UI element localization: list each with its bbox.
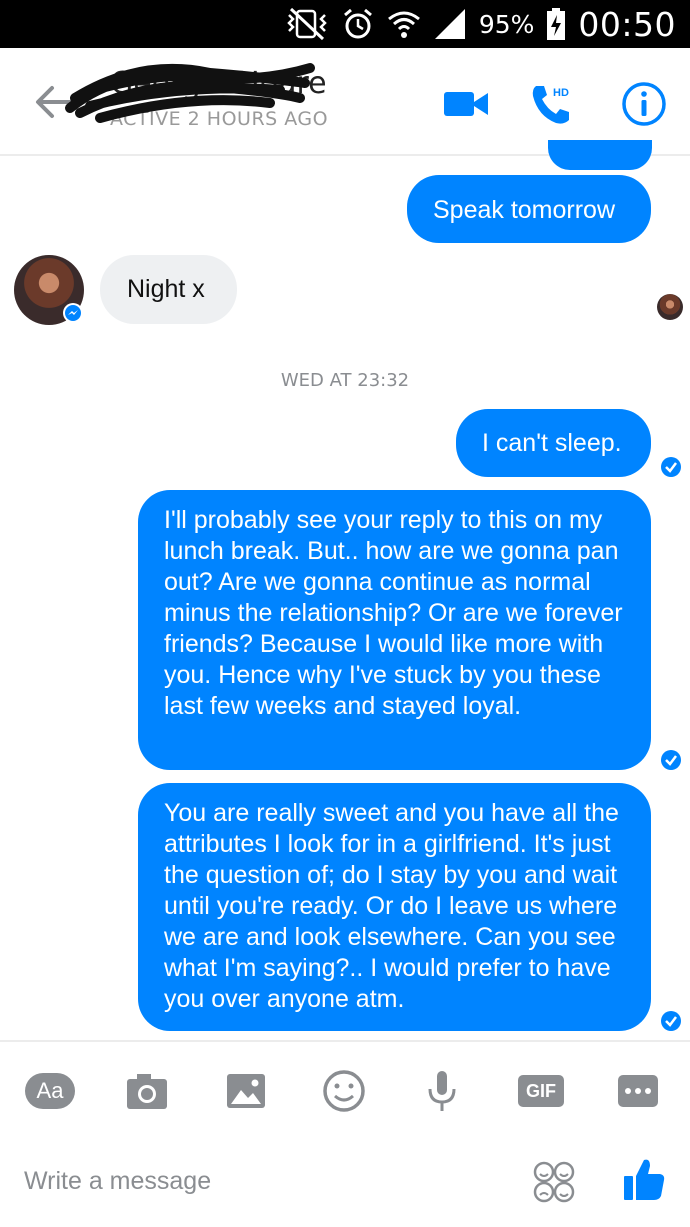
- message-input[interactable]: Write a message: [24, 1167, 211, 1196]
- delivered-check-icon: [661, 750, 681, 770]
- message-text: I'll probably see your reply to this on …: [164, 506, 623, 720]
- aa-icon: Aa: [25, 1073, 75, 1109]
- message-text: You are really sweet and you have all th…: [164, 799, 619, 1013]
- info-icon[interactable]: [620, 80, 668, 128]
- clock: 00:50: [578, 4, 676, 44]
- like-thumbs-up-icon[interactable]: [622, 1156, 666, 1202]
- outgoing-message[interactable]: You are really sweet and you have all th…: [138, 783, 651, 1031]
- signal-icon: [434, 9, 465, 39]
- composer-toolbar: Aa GIF: [0, 1055, 690, 1125]
- alarm-icon: [343, 8, 372, 39]
- timestamp-divider: WED AT 23:32: [280, 370, 410, 391]
- wifi-icon: [387, 11, 420, 38]
- message-text: I can't sleep.: [482, 429, 622, 457]
- redaction-scribble: [65, 63, 315, 123]
- microphone-icon[interactable]: [416, 1065, 468, 1117]
- seen-by-avatar: [657, 294, 683, 320]
- svg-text:HD: HD: [553, 87, 569, 99]
- outgoing-message[interactable]: Speak tomorrow: [407, 175, 651, 243]
- composer-divider: [0, 1040, 690, 1042]
- partial-outgoing-bubble: [548, 140, 652, 170]
- message-text: Speak tomorrow: [433, 196, 616, 224]
- more-options-icon[interactable]: [612, 1065, 664, 1117]
- outgoing-message[interactable]: I can't sleep.: [456, 409, 651, 477]
- delivered-check-icon: [661, 1011, 681, 1031]
- incoming-message[interactable]: Night x: [100, 255, 237, 324]
- gif-icon: GIF: [518, 1075, 564, 1107]
- delivered-check-icon: [661, 457, 681, 477]
- messenger-badge-icon: [63, 303, 83, 323]
- emoji-icon[interactable]: [318, 1065, 370, 1117]
- mute-vibrate-icon: [287, 7, 327, 41]
- battery-charging-icon: [547, 8, 566, 40]
- hd-voice-call-icon[interactable]: HD: [528, 80, 576, 128]
- video-call-icon[interactable]: [442, 80, 490, 128]
- camera-icon[interactable]: [121, 1065, 173, 1117]
- battery-percentage: 95%: [478, 9, 535, 39]
- gif-button[interactable]: GIF: [515, 1065, 567, 1117]
- status-icons: 95% 00:50: [285, 0, 676, 48]
- gallery-icon[interactable]: [220, 1065, 272, 1117]
- text-format-button[interactable]: Aa: [24, 1065, 76, 1117]
- message-text: Night x: [127, 275, 205, 303]
- outgoing-message[interactable]: I'll probably see your reply to this on …: [138, 490, 651, 770]
- status-bar: 95% 00:50: [0, 0, 690, 48]
- stickers-icon[interactable]: [530, 1158, 578, 1206]
